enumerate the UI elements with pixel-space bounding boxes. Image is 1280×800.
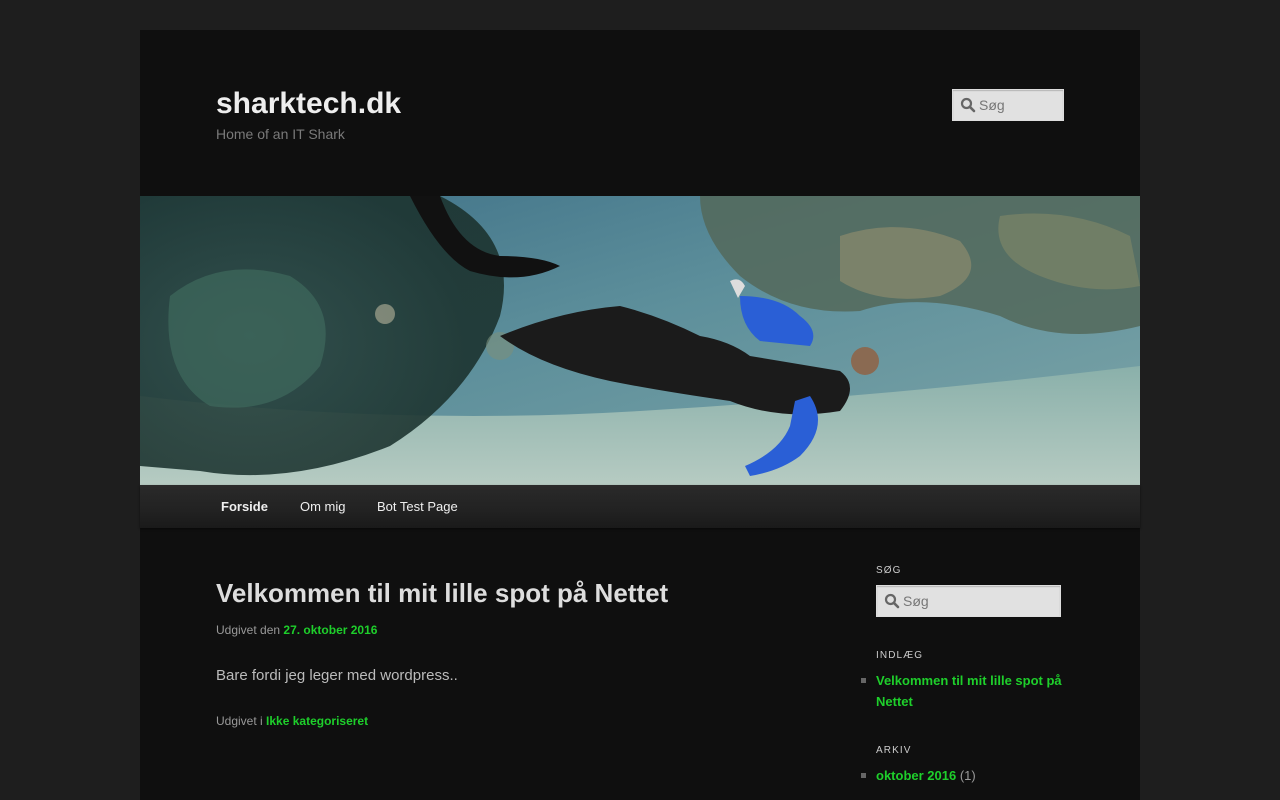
- archive-link[interactable]: oktober 2016: [876, 768, 956, 783]
- header-search-input[interactable]: [979, 90, 1059, 120]
- post-date-link[interactable]: 27. oktober 2016: [283, 623, 377, 637]
- page: sharktech.dk Home of an IT Shark Søg For…: [140, 30, 1140, 800]
- post-title[interactable]: Velkommen til mit lille spot på Nettet: [216, 575, 668, 611]
- list-item: Velkommen til mit lille spot på Nettet: [861, 670, 1076, 712]
- archive-count: (1): [959, 768, 976, 783]
- search-icon: [960, 97, 976, 113]
- nav-item-om-mig[interactable]: Om mig: [300, 485, 346, 528]
- archive-list: oktober 2016 (1): [861, 765, 1076, 786]
- nav-item-bot-test-page[interactable]: Bot Test Page: [377, 485, 458, 528]
- posted-on-label: Udgivet den: [216, 623, 281, 637]
- category-link[interactable]: Ikke kategoriseret: [266, 714, 368, 728]
- search-icon: [884, 593, 900, 609]
- widget-title-search: SØG: [876, 565, 902, 576]
- nav-item-forside[interactable]: Forside: [221, 485, 268, 528]
- header-banner-image[interactable]: [140, 196, 1140, 485]
- main-navigation: Forside Om mig Bot Test Page: [140, 485, 1140, 528]
- header-search: [952, 89, 1064, 121]
- recent-posts-list: Velkommen til mit lille spot på Nettet: [861, 670, 1076, 712]
- widget-title-recent-posts: INDLÆG: [876, 650, 924, 661]
- sidebar-search: [876, 585, 1061, 617]
- post-footer-meta: Udgivet i Ikke kategoriseret: [216, 713, 368, 729]
- sidebar-search-input[interactable]: [903, 586, 1056, 616]
- recent-post-link[interactable]: Velkommen til mit lille spot på Nettet: [876, 673, 1062, 709]
- post-meta: Udgivet den 27. oktober 2016: [216, 622, 377, 638]
- site-title[interactable]: sharktech.dk: [216, 86, 401, 122]
- posted-in-label: Udgivet i: [216, 714, 263, 728]
- list-item: oktober 2016 (1): [861, 765, 1076, 786]
- post-content: Bare fordi jeg leger med wordpress..: [216, 667, 458, 684]
- site-description: Home of an IT Shark: [216, 126, 345, 142]
- widget-title-archive: ARKIV: [876, 745, 912, 756]
